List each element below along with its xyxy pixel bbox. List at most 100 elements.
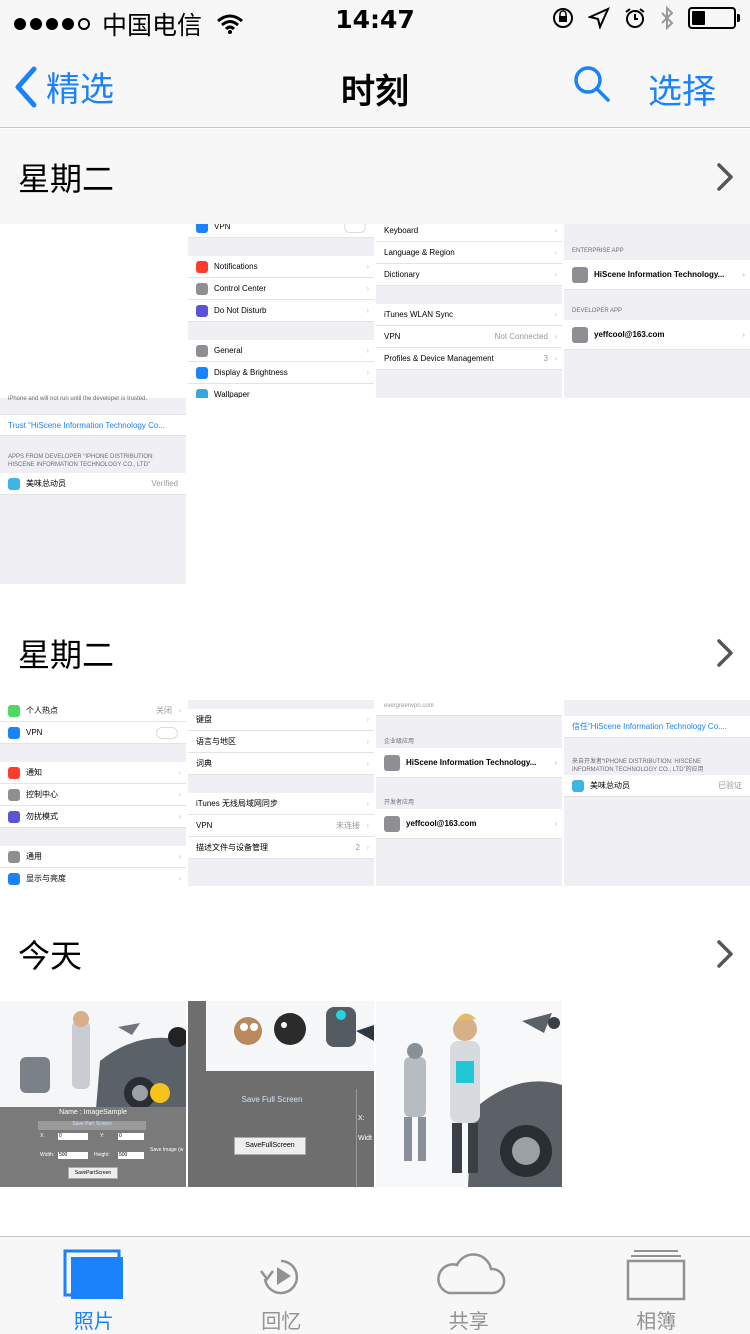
- row-label: Do Not Disturb: [214, 306, 267, 315]
- settings-row: 键盘 ›: [188, 709, 374, 731]
- row-label: VPN: [196, 821, 213, 830]
- photo-thumbnail[interactable]: 键盘 › 语言与地区 › 词典 › iTunes 无线局域网同步 › VPN 未连接 › 描…: [188, 700, 374, 886]
- row-label: Dictionary: [384, 270, 420, 279]
- section-header[interactable]: 星期二: [0, 129, 750, 225]
- height-input: 500: [118, 1152, 144, 1159]
- row-label: General: [214, 346, 243, 355]
- settings-row: 通知 ›: [0, 762, 186, 784]
- gear-icon: [572, 326, 588, 343]
- control-center-icon: [196, 282, 208, 295]
- row-label: yeffcool@163.com: [406, 819, 477, 828]
- row-label: Language & Region: [384, 248, 455, 257]
- settings-row: Notifications ›: [188, 256, 374, 278]
- unity-panel: Save Full Screen X: Widt SaveFullScreen: [188, 1089, 374, 1187]
- search-icon: [574, 66, 610, 102]
- photo-thumbnail[interactable]: Name : ImageSample Save Part Screen X: 0…: [0, 1001, 186, 1187]
- photo-thumbnail[interactable]: 个人热点 关闭 › VPN 通知 › 控制中心 › 勿扰模式 › 通用 › 显示与亮度 ›: [0, 700, 186, 886]
- settings-row: VPN Not Connected ›: [376, 326, 562, 348]
- photos-icon: [63, 1249, 123, 1299]
- settings-row: Keyboard ›: [376, 224, 562, 242]
- developer-app-row: yeffcool@163.com ›: [564, 320, 750, 350]
- row-label: HiScene Information Technology...: [406, 758, 537, 767]
- row-label: Keyboard: [384, 226, 419, 235]
- row-label: 显示与亮度: [26, 874, 66, 883]
- x-label: X:: [40, 1133, 45, 1139]
- tab-shared[interactable]: 共享: [375, 1237, 563, 1334]
- photo-thumbnail[interactable]: ENTERPRISE APP HiScene Information Techn…: [564, 224, 750, 398]
- save-image-label: Save Image (w: [150, 1147, 184, 1153]
- page-title: 时刻: [341, 72, 409, 112]
- photo-thumbnail[interactable]: evergreenvpn.com 企业级应用 HiScene Informati…: [376, 700, 562, 886]
- developer-header: DEVELOPER APP: [572, 308, 623, 314]
- tab-bar: 照片 回忆 共享 相簿: [0, 1236, 750, 1334]
- photo-thumbnail[interactable]: iPhone and will not run until the develo…: [0, 224, 186, 584]
- vpn-icon: [8, 726, 20, 739]
- row-label: Control Center: [214, 284, 267, 293]
- width-label: Width:: [40, 1152, 55, 1158]
- trust-note: iPhone and will not run until the develo…: [8, 396, 148, 402]
- app-row: 美味总动员 Verified: [0, 473, 186, 495]
- row-label: VPN: [26, 728, 43, 737]
- photo-thumbnail[interactable]: [376, 1001, 562, 1187]
- select-button[interactable]: 选择: [648, 64, 716, 113]
- thumbnail-row: iPhone and will not run until the develo…: [0, 224, 750, 584]
- tab-label: 相簿: [636, 1309, 677, 1333]
- photo-thumbnail[interactable]: Keyboard › Language & Region › Dictionary ›…: [376, 224, 562, 398]
- thumbnail-row: 个人热点 关闭 › VPN 通知 › 控制中心 › 勿扰模式 › 通用 › 显示与亮度 ›: [0, 700, 750, 886]
- settings-row: Dictionary ›: [376, 264, 562, 286]
- bluetooth-icon: [661, 6, 674, 30]
- settings-row: VPN 未连接 ›: [188, 815, 374, 837]
- tab-albums[interactable]: 相簿: [563, 1237, 750, 1334]
- tab-label: 照片: [73, 1309, 114, 1333]
- save-full-label: Save Full Screen: [241, 1095, 303, 1104]
- y-label: Y:: [100, 1133, 105, 1139]
- toggle-switch: [344, 224, 366, 233]
- characters-scene-image: [234, 1007, 374, 1047]
- settings-row: Language & Region ›: [376, 242, 562, 264]
- photo-thumbnail[interactable]: 信任“HiScene Information Technology Co....…: [564, 700, 750, 886]
- control-center-icon: [8, 788, 20, 801]
- chevron-right-icon: [717, 639, 733, 667]
- notifications-icon: [196, 260, 208, 273]
- row-label: yeffcool@163.com: [594, 330, 665, 339]
- width-input: 500: [58, 1152, 88, 1159]
- settings-row: 描述文件与设备管理 2 ›: [188, 837, 374, 859]
- photo-thumbnail[interactable]: Save Full Screen X: Widt SaveFullScreen: [188, 1001, 374, 1187]
- status-icons: [552, 6, 740, 30]
- section-header[interactable]: 今天: [0, 906, 750, 1002]
- row-label: Notifications: [214, 262, 258, 271]
- settings-row: 控制中心 ›: [0, 784, 186, 806]
- height-label: Height:: [94, 1152, 110, 1158]
- row-label: 通用: [26, 852, 42, 861]
- settings-row: General ›: [188, 340, 374, 362]
- tab-memories[interactable]: 回忆: [188, 1237, 376, 1334]
- gear-icon: [8, 850, 20, 863]
- gear-icon: [384, 754, 400, 771]
- settings-row: VPN: [0, 722, 186, 744]
- row-label: 个人热点: [26, 706, 58, 715]
- settings-row: 语言与地区 ›: [188, 731, 374, 753]
- enterprise-app-row: HiScene Information Technology... ›: [564, 260, 750, 290]
- row-label: evergreenvpn.com: [376, 700, 562, 716]
- tab-photos[interactable]: 照片: [0, 1237, 188, 1334]
- app-status: Verified: [151, 479, 178, 488]
- developer-header: 开发者应用: [384, 800, 415, 806]
- gear-icon: [572, 266, 588, 283]
- photo-thumbnail[interactable]: VPN Notifications › Control Center › Do No…: [188, 224, 374, 398]
- settings-row: 显示与亮度 ›: [0, 868, 186, 886]
- settings-row: 个人热点 关闭 ›: [0, 700, 186, 722]
- hotspot-icon: [8, 704, 20, 717]
- row-value: 关闭: [156, 706, 172, 715]
- settings-row-vpn: VPN: [188, 224, 374, 238]
- search-button[interactable]: [572, 64, 612, 108]
- row-label: Profiles & Device Management: [384, 354, 494, 363]
- alarm-icon: [625, 8, 645, 28]
- apps-from-header: APPS FROM DEVELOPER “IPHONE DISTRIBUTION…: [8, 454, 155, 460]
- chevron-right-icon: [717, 163, 733, 191]
- row-label: Wallpaper: [214, 390, 250, 398]
- row-label: 勿扰模式: [26, 812, 58, 821]
- app-name: 美味总动员: [590, 781, 630, 790]
- settings-row: Do Not Disturb ›: [188, 300, 374, 322]
- section-header[interactable]: 星期二: [0, 605, 750, 701]
- row-label: HiScene Information Technology...: [594, 270, 725, 279]
